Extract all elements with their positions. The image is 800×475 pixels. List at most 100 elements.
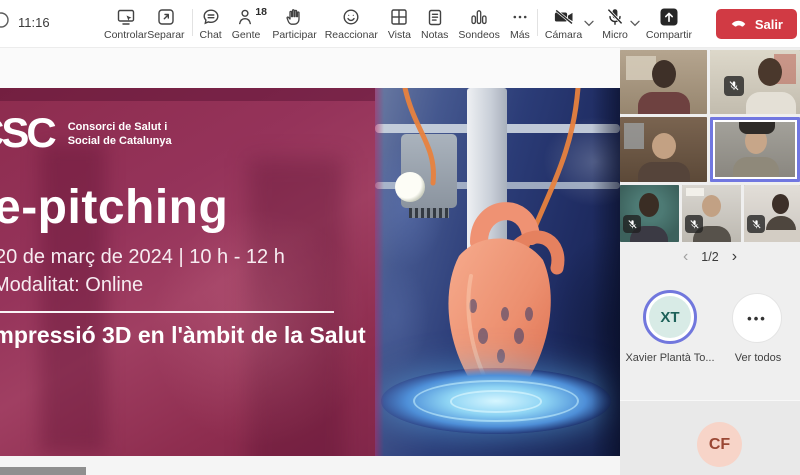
popout-label: Separar	[147, 29, 184, 41]
notepad-icon	[425, 7, 445, 27]
raise-hand-button[interactable]: Participar	[272, 0, 316, 41]
control-label: Controlar	[104, 29, 147, 41]
notes-button[interactable]: Notas	[421, 0, 448, 41]
share-label: Compartir	[646, 29, 692, 41]
people-icon: 18	[236, 7, 256, 27]
participant-torso	[733, 157, 779, 177]
chat-button[interactable]: Chat	[200, 0, 222, 41]
csc-logo-acronym: CSC	[0, 114, 54, 152]
mic-muted-badge	[724, 76, 744, 96]
view-all-button[interactable]: •••	[732, 293, 782, 343]
slide-top-shade	[0, 88, 375, 101]
mic-muted-badge	[623, 215, 641, 233]
video-tile[interactable]	[744, 185, 800, 242]
toolbar-buttons: Controlar Separar Chat	[104, 0, 692, 48]
chat-label: Chat	[200, 29, 222, 41]
glowing-print-platform	[381, 368, 611, 434]
people-label: Gente	[232, 29, 261, 41]
control-button[interactable]: Controlar	[104, 0, 147, 41]
notes-label: Notas	[421, 29, 448, 41]
video-tile[interactable]	[620, 50, 707, 114]
view-button[interactable]: Vista	[388, 0, 411, 41]
slide-photo-3d-printer	[375, 88, 620, 456]
view-label: Vista	[388, 29, 411, 41]
ceiling-light	[686, 188, 704, 196]
leave-label: Salir	[755, 17, 783, 32]
react-button[interactable]: Reaccionar	[325, 0, 378, 41]
participant-torso	[746, 92, 796, 114]
slide-left-panel: CSC Consorci de Salut i Social de Catalu…	[0, 88, 375, 456]
monitor-cursor-icon	[116, 7, 136, 27]
csc-logo-text: Consorci de Salut i Social de Catalunya	[68, 120, 172, 149]
chat-icon	[201, 7, 221, 27]
pagination-current: 1/2	[701, 250, 718, 264]
pagination-prev-icon[interactable]: ‹	[683, 248, 688, 266]
people-button[interactable]: 18 Gente	[232, 0, 261, 41]
camera-toggle-button[interactable]: Cámara	[545, 0, 582, 41]
participant-head	[758, 58, 782, 86]
photo-left-glow	[375, 88, 384, 456]
ellipsis-icon: •••	[747, 311, 767, 326]
camera-off-icon	[554, 7, 574, 27]
slide-divider-line	[0, 311, 334, 313]
video-tile[interactable]	[620, 185, 679, 242]
mic-muted-badge	[747, 215, 765, 233]
participant-name: Xavier Plantà To...	[622, 352, 718, 364]
mic-toggle-button[interactable]: Micro	[602, 0, 628, 41]
photo-right-shadow	[592, 88, 620, 456]
background-window-fragment	[0, 467, 86, 475]
participants-video-panel: ‹ 1/2 › XT ••• Xavier Plantà To... Ver t…	[620, 48, 800, 475]
video-tile[interactable]	[682, 185, 741, 242]
mic-muted-badge	[685, 215, 703, 233]
participant-head	[652, 133, 676, 159]
platform-ring	[450, 390, 542, 412]
chair-headrest	[739, 122, 775, 134]
shared-presentation: CSC Consorci de Salut i Social de Catalu…	[0, 88, 620, 456]
participant-head	[652, 60, 676, 88]
ellipsis-icon	[510, 7, 530, 27]
window-backdrop	[624, 123, 644, 149]
csc-logo: CSC Consorci de Salut i Social de Catalu…	[0, 114, 172, 152]
camera-chevron-down-icon[interactable]	[584, 14, 594, 32]
poll-bars-icon	[469, 7, 489, 27]
more-label: Más	[510, 29, 530, 41]
camera-group: Cámara	[545, 0, 598, 41]
avatar-initials: XT	[649, 296, 691, 338]
self-avatar-cf[interactable]: CF	[697, 422, 742, 467]
toolbar-divider	[192, 9, 193, 36]
video-tile[interactable]	[620, 117, 707, 182]
popout-icon	[156, 7, 176, 27]
slide-date: 20 de març de 2024 | 10 h - 12 h	[0, 246, 285, 269]
mic-chevron-down-icon[interactable]	[630, 14, 640, 32]
grid-view-icon	[389, 7, 409, 27]
teams-meeting-window: 11:16 Controlar Separar	[0, 0, 800, 475]
popout-button[interactable]: Separar	[147, 0, 184, 41]
participant-head	[772, 194, 789, 214]
pagination-next-icon[interactable]: ›	[732, 248, 737, 266]
leave-button[interactable]: Salir	[716, 9, 797, 39]
slide-modality: Modalitat: Online	[0, 274, 143, 297]
meeting-toolbar: 11:16 Controlar Separar	[0, 0, 800, 48]
clock-icon	[0, 10, 11, 35]
mic-label: Micro	[602, 29, 628, 41]
view-all-label: Ver todos	[720, 352, 796, 364]
below-presentation-strip	[0, 456, 620, 475]
meeting-timer: 11:16	[18, 15, 50, 30]
share-button[interactable]: Compartir	[646, 0, 692, 41]
participant-avatar-xt[interactable]: XT	[643, 290, 697, 344]
more-button[interactable]: Más	[510, 0, 530, 41]
video-tile-active-speaker[interactable]	[710, 117, 800, 182]
video-tile[interactable]	[710, 50, 800, 114]
participant-head	[702, 195, 721, 217]
slide-subtitle: Impressió 3D en l'àmbit de la Salut	[0, 322, 366, 349]
polls-button[interactable]: Sondeos	[458, 0, 499, 41]
people-count-badge: 18	[255, 6, 267, 18]
shared-screen-area: CSC Consorci de Salut i Social de Catalu…	[0, 48, 620, 475]
smiley-icon	[341, 7, 361, 27]
camera-label: Cámara	[545, 29, 582, 41]
share-screen-icon	[659, 7, 679, 27]
raise-hand-label: Participar	[272, 29, 316, 41]
participant-torso	[638, 92, 690, 114]
slide-title: e-pitching	[0, 180, 228, 235]
raised-hand-icon	[285, 7, 305, 27]
